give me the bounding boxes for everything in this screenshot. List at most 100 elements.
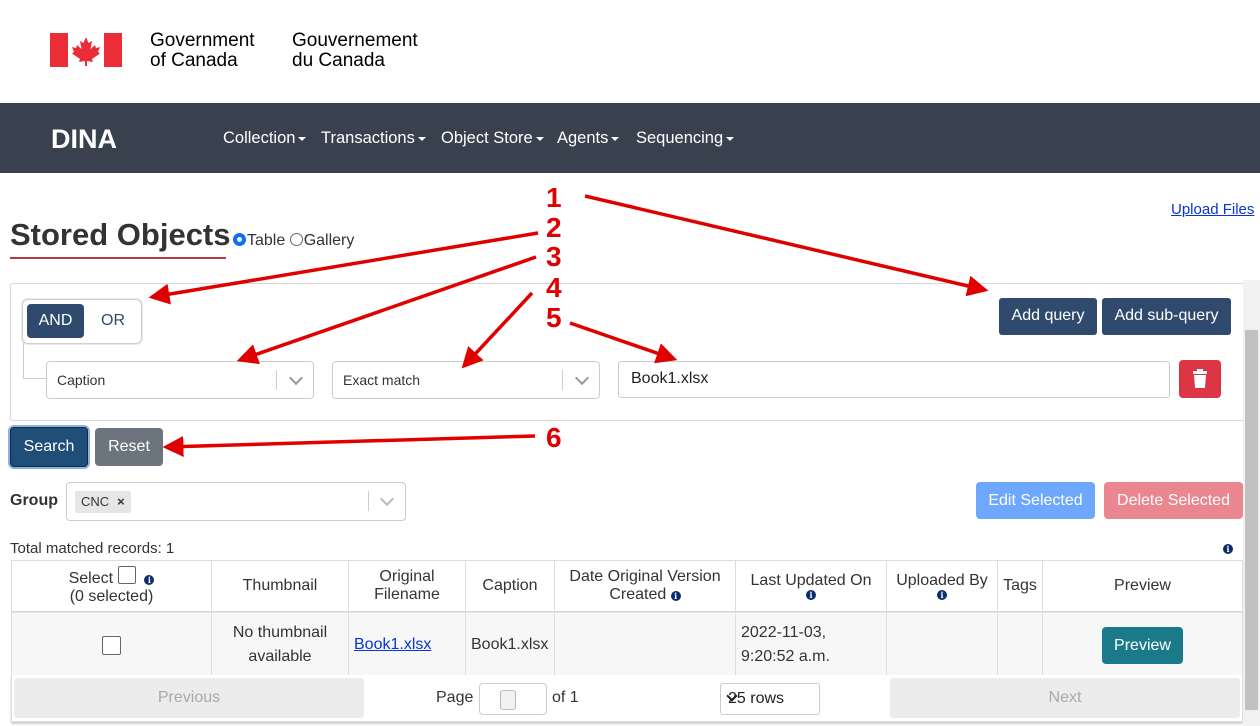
- chevron-down-icon[interactable]: [288, 370, 304, 386]
- trash-icon: [1193, 369, 1207, 388]
- cell-thumbnail: No thumbnail available: [212, 614, 349, 676]
- header-label: Original: [379, 568, 435, 585]
- view-gallery-label: Gallery: [303, 232, 355, 249]
- nav-item-sequencing[interactable]: Sequencing: [636, 129, 735, 148]
- and-button[interactable]: AND: [27, 304, 84, 338]
- brand-logo[interactable]: DINA: [51, 124, 117, 155]
- caret-down-icon: [535, 136, 544, 141]
- info-icon[interactable]: i: [1223, 544, 1233, 554]
- preview-button[interactable]: Preview: [1102, 626, 1183, 664]
- tree-connector-horizontal: [23, 378, 46, 379]
- total-records: Total matched records: 1: [10, 540, 175, 557]
- annotation-number: 6: [546, 422, 562, 453]
- page-number-input[interactable]: 1: [479, 683, 547, 715]
- search-button[interactable]: Search: [10, 427, 88, 467]
- header-label: Caption: [482, 577, 538, 594]
- upload-files-link[interactable]: Upload Files: [1171, 201, 1254, 218]
- query-value-text: Book1.xlsx: [631, 370, 709, 387]
- cell-date-created: [555, 614, 736, 676]
- header-select: Select i (0 selected): [12, 561, 212, 611]
- field-select-value: Caption: [57, 372, 106, 388]
- annotation-number: 5: [546, 302, 562, 333]
- select-separator: [562, 370, 563, 390]
- header-label: Last Updated On: [750, 572, 872, 589]
- add-subquery-button[interactable]: Add sub-query: [1102, 298, 1231, 335]
- view-table-radio[interactable]: Table: [233, 232, 285, 249]
- delete-selected-button[interactable]: Delete Selected: [1104, 482, 1243, 519]
- field-select[interactable]: Caption: [46, 361, 314, 399]
- nav-item-collection[interactable]: Collection: [223, 129, 307, 148]
- annotation-number: 1: [546, 182, 562, 213]
- info-icon[interactable]: i: [806, 590, 816, 600]
- scrollbar-thumb[interactable]: [1245, 330, 1258, 710]
- annotation-number: 2: [546, 212, 562, 243]
- gov-header: Government of Canada Gouvernement du Can…: [0, 0, 1260, 103]
- edit-selected-button[interactable]: Edit Selected: [976, 482, 1095, 519]
- header-date-original[interactable]: Date Original Version Created i: [555, 561, 736, 611]
- add-query-button[interactable]: Add query: [999, 298, 1097, 335]
- view-toggle: Table Gallery: [233, 232, 354, 250]
- nav-item-transactions[interactable]: Transactions: [321, 129, 426, 148]
- caret-down-icon: [298, 136, 307, 141]
- row-checkbox[interactable]: [102, 635, 121, 655]
- title-underline: [10, 257, 226, 259]
- gov-en-line1: Government: [150, 30, 255, 51]
- table-row: No thumbnail available Book1.xlsx Book1.…: [12, 614, 1242, 676]
- radio-selected-icon[interactable]: [233, 233, 246, 246]
- previous-button[interactable]: Previous: [14, 678, 364, 718]
- scrollbar[interactable]: [1243, 280, 1260, 726]
- nav-label: Collection: [223, 129, 296, 147]
- cell-original-filename: Book1.xlsx: [349, 614, 466, 676]
- operator-select[interactable]: Exact match: [332, 361, 600, 399]
- next-button[interactable]: Next: [890, 678, 1240, 718]
- query-value-input[interactable]: Book1.xlsx: [618, 361, 1170, 398]
- header-preview: Preview: [1043, 561, 1242, 611]
- cell-uploaded-by: [887, 614, 998, 676]
- delete-query-button[interactable]: [1179, 360, 1221, 398]
- caret-down-icon: [611, 136, 620, 141]
- header-caption[interactable]: Caption: [466, 561, 555, 611]
- info-icon[interactable]: i: [670, 591, 681, 601]
- filename-link[interactable]: Book1.xlsx: [354, 636, 431, 654]
- select-separator: [276, 370, 277, 390]
- spinner-icon[interactable]: [500, 690, 516, 710]
- info-icon[interactable]: i: [937, 590, 947, 600]
- cell-last-updated: 2022-11-03, 9:20:52 a.m.: [736, 614, 887, 676]
- cell-tags: [998, 614, 1043, 676]
- info-icon[interactable]: i: [144, 575, 155, 585]
- header-last-updated[interactable]: Last Updated On i: [736, 561, 887, 611]
- cell-caption: Book1.xlsx: [466, 614, 555, 676]
- caption-text: Book1.xlsx: [471, 636, 549, 653]
- radio-unselected-icon[interactable]: [289, 233, 303, 246]
- group-select[interactable]: CNC ×: [66, 482, 406, 521]
- remove-chip-icon[interactable]: ×: [117, 494, 125, 509]
- chevron-down-icon[interactable]: [379, 491, 395, 507]
- chevron-down-icon[interactable]: [574, 370, 590, 386]
- group-chip-label: CNC: [81, 494, 110, 509]
- or-button[interactable]: OR: [86, 304, 140, 338]
- operator-select-value: Exact match: [343, 372, 421, 388]
- header-label: Filename: [374, 586, 440, 603]
- view-gallery-radio[interactable]: Gallery: [289, 232, 355, 249]
- header-uploaded-by[interactable]: Uploaded By i: [887, 561, 998, 611]
- last-updated-text: 2022-11-03,: [741, 624, 827, 641]
- gov-en-line2: of Canada: [150, 50, 238, 71]
- nav-label: Agents: [557, 129, 609, 147]
- select-all-checkbox[interactable]: [117, 566, 136, 584]
- nav-item-object-store[interactable]: Object Store: [441, 129, 544, 148]
- header-tags[interactable]: Tags: [998, 561, 1043, 611]
- rows-per-page-select[interactable]: 25 rows: [720, 683, 820, 715]
- reset-button[interactable]: Reset: [95, 428, 163, 466]
- header-label: Thumbnail: [242, 577, 318, 594]
- header-label: Created: [609, 586, 667, 603]
- gov-fr-wordmark: Gouvernement du Canada: [292, 31, 418, 71]
- nav-item-agents[interactable]: Agents: [557, 129, 620, 148]
- view-table-label: Table: [247, 232, 286, 249]
- header-thumbnail[interactable]: Thumbnail: [212, 561, 349, 611]
- annotation-arrow: [584, 194, 989, 297]
- selected-count: (0 selected): [69, 588, 154, 605]
- navbar: [0, 103, 1260, 173]
- header-original-filename[interactable]: Original Filename: [349, 561, 466, 611]
- rows-per-page-value: 25 rows: [728, 690, 785, 707]
- caret-down-icon: [726, 136, 735, 141]
